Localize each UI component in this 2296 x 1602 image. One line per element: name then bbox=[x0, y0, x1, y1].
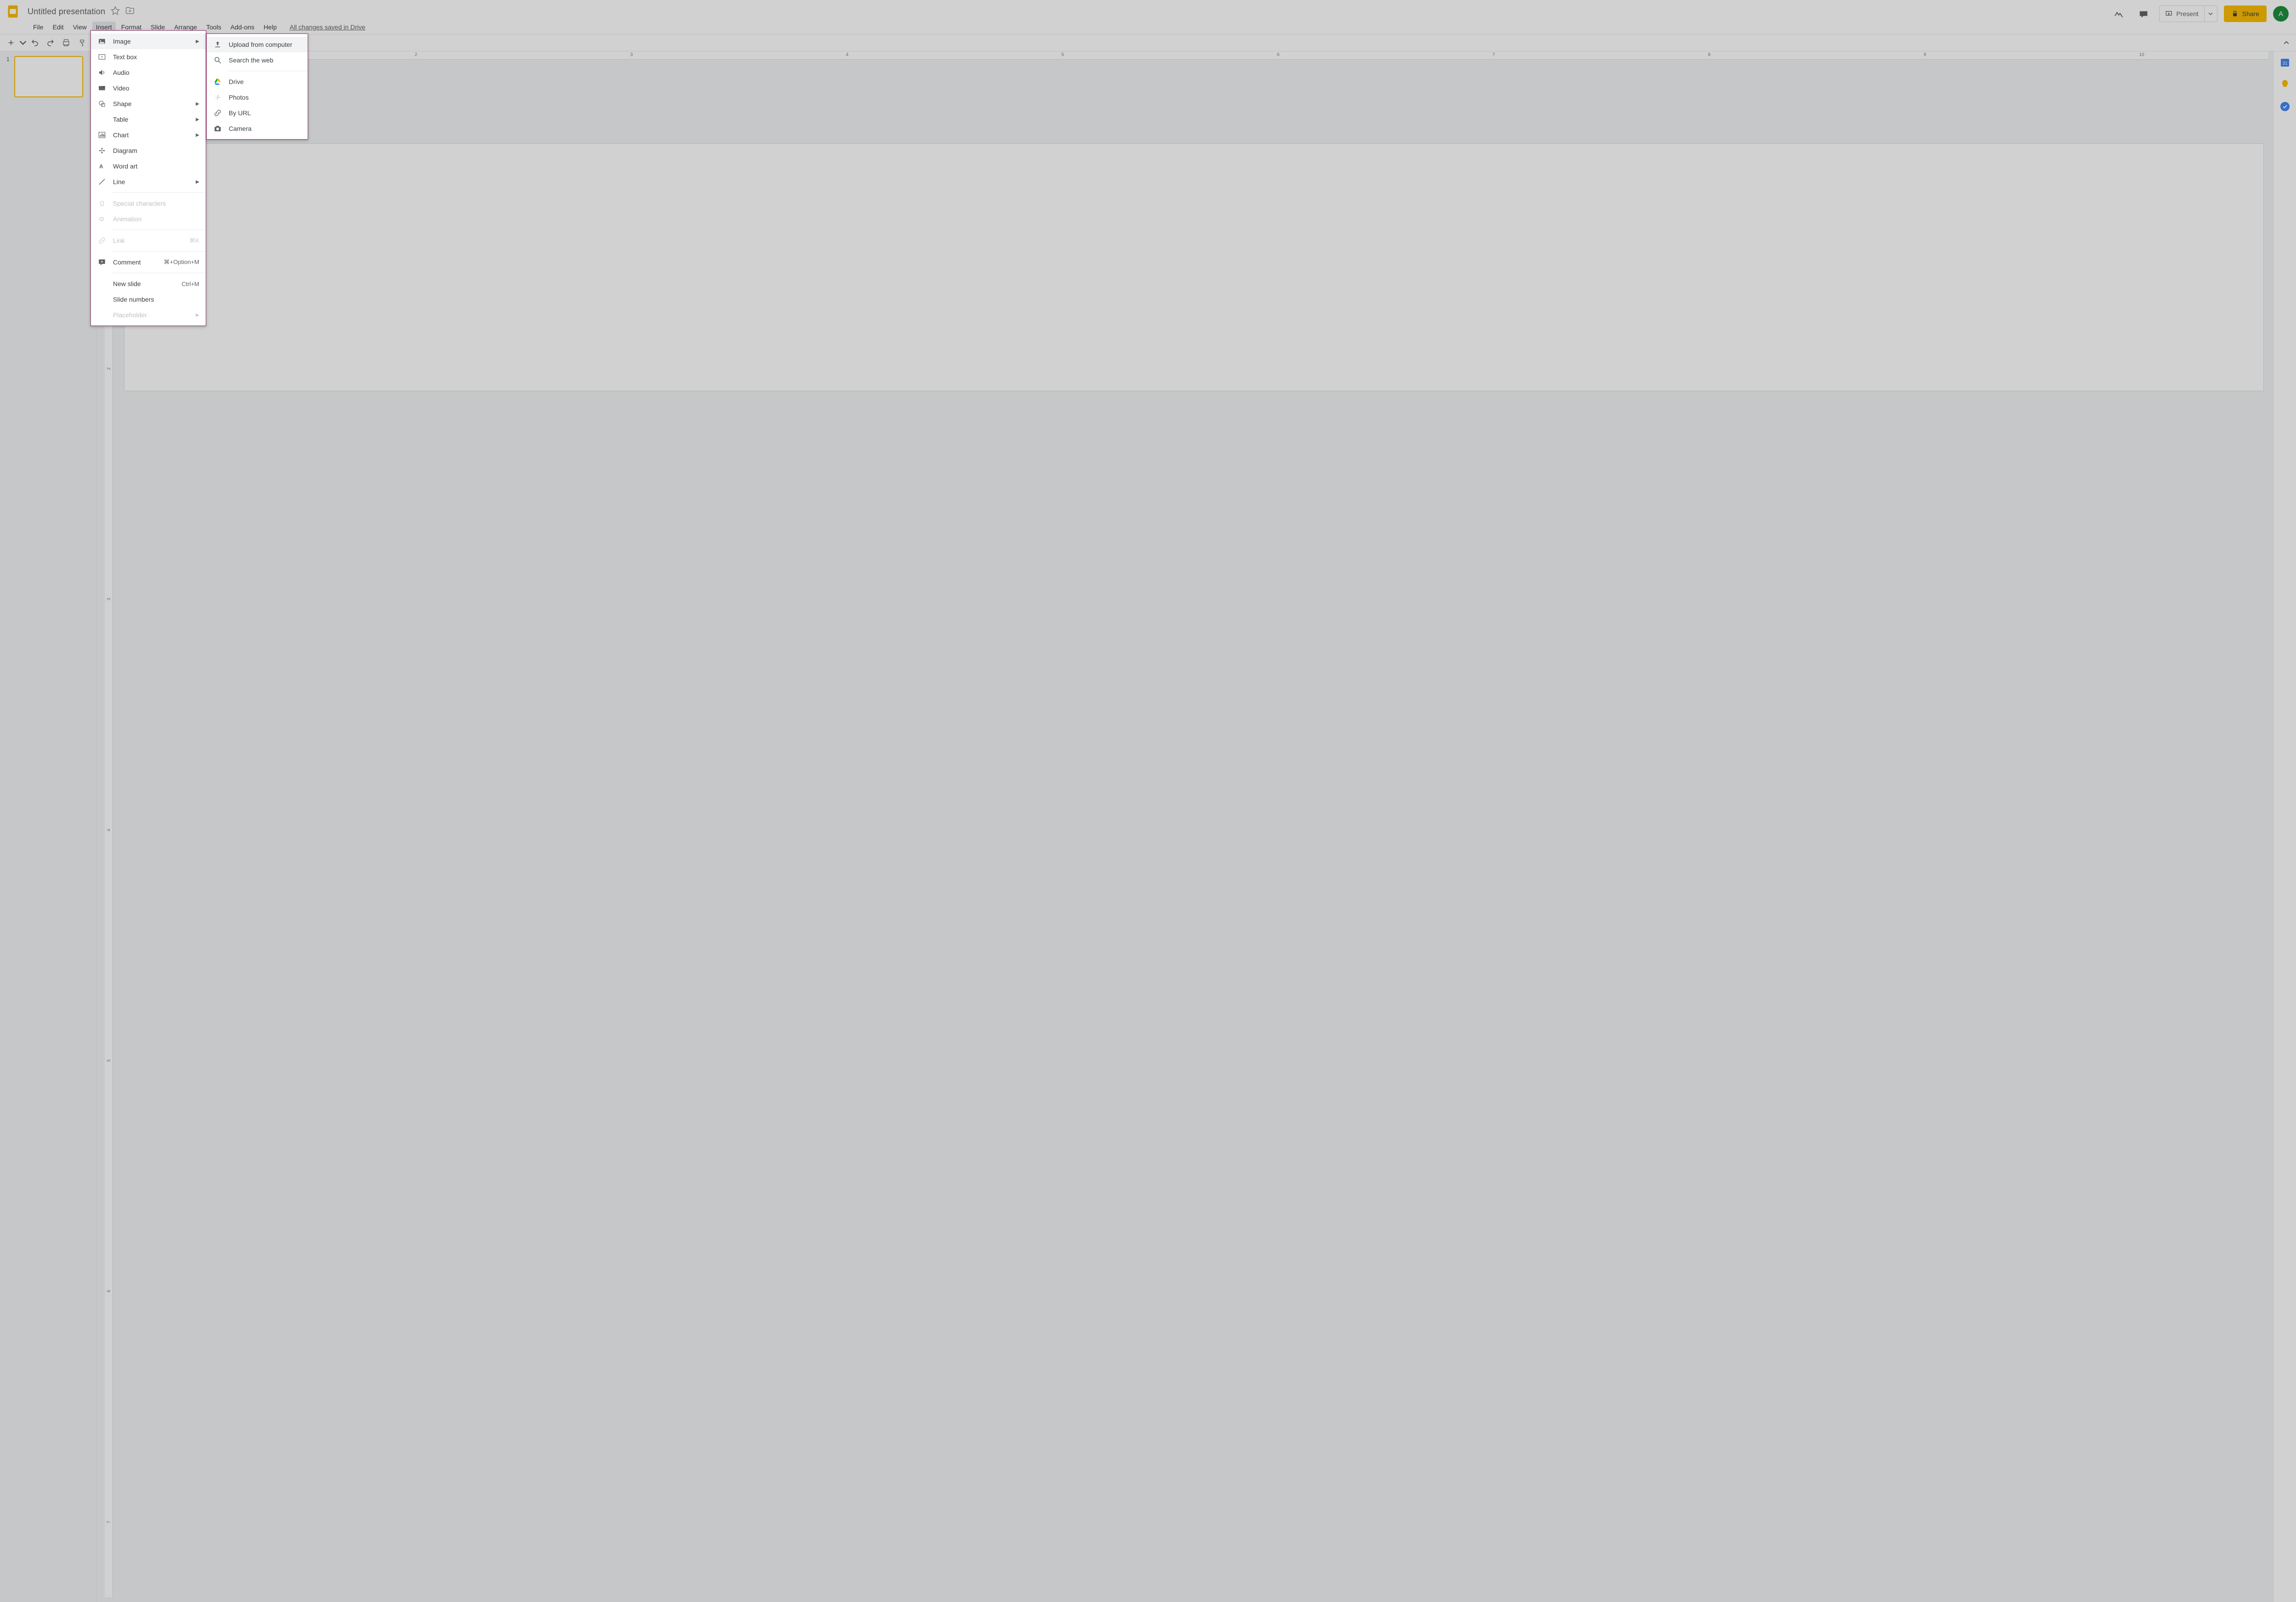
menu-addons[interactable]: Add-ons bbox=[227, 22, 258, 33]
share-label: Share bbox=[2242, 10, 2259, 17]
insert-link-item: Link ⌘K bbox=[91, 233, 206, 248]
insert-video-item[interactable]: Video bbox=[91, 80, 206, 96]
thumbnail-number: 1 bbox=[6, 56, 10, 62]
new-slide-button[interactable] bbox=[4, 36, 18, 50]
camera-icon bbox=[213, 124, 222, 133]
image-by-url-item[interactable]: By URL bbox=[207, 105, 308, 121]
submenu-arrow-icon: ▶ bbox=[196, 180, 199, 185]
menu-file[interactable]: File bbox=[29, 22, 47, 33]
new-slide-dropdown[interactable] bbox=[19, 36, 27, 50]
submenu-arrow-icon: ▶ bbox=[196, 313, 199, 318]
video-icon bbox=[97, 84, 107, 93]
present-button-group: Present bbox=[2159, 6, 2217, 22]
print-button[interactable] bbox=[59, 36, 73, 50]
search-icon bbox=[213, 56, 222, 65]
wordart-icon: A bbox=[97, 162, 107, 171]
save-status[interactable]: All changes saved in Drive bbox=[290, 23, 366, 31]
insert-comment-item[interactable]: Comment ⌘+Option+M bbox=[91, 254, 206, 270]
chart-icon bbox=[97, 130, 107, 140]
image-upload-item[interactable]: Upload from computer bbox=[207, 37, 308, 52]
title-bar: Untitled presentation bbox=[0, 0, 2296, 20]
redo-button[interactable] bbox=[43, 36, 58, 50]
filmstrip[interactable]: 1 bbox=[0, 51, 96, 1602]
shape-icon bbox=[97, 99, 107, 108]
tasks-addon-icon[interactable] bbox=[2279, 101, 2290, 112]
menu-separator bbox=[112, 192, 206, 193]
slide-thumbnail-1[interactable] bbox=[14, 56, 83, 97]
insert-special-characters-item: Special characters bbox=[91, 196, 206, 211]
insert-table-item[interactable]: Table ▶ bbox=[91, 112, 206, 127]
keep-addon-icon[interactable] bbox=[2279, 79, 2290, 90]
svg-text:31: 31 bbox=[2282, 61, 2288, 66]
svg-text:A: A bbox=[99, 163, 103, 170]
animation-icon bbox=[97, 214, 107, 224]
special-chars-icon bbox=[97, 199, 107, 208]
insert-placeholder-item: Placeholder ▶ bbox=[91, 307, 206, 323]
submenu-arrow-icon: ▶ bbox=[196, 117, 199, 122]
insert-audio-item[interactable]: Audio bbox=[91, 65, 206, 80]
drive-icon bbox=[213, 77, 222, 86]
side-panel: 31 bbox=[2273, 51, 2296, 1602]
insert-slide-numbers-item[interactable]: Slide numbers bbox=[91, 292, 206, 307]
diagram-icon bbox=[97, 146, 107, 155]
insert-chart-item[interactable]: Chart ▶ bbox=[91, 127, 206, 143]
submenu-arrow-icon: ▶ bbox=[196, 133, 199, 138]
insert-wordart-item[interactable]: A Word art bbox=[91, 158, 206, 174]
slide-canvas[interactable] bbox=[124, 143, 2264, 391]
move-icon[interactable] bbox=[125, 6, 135, 17]
audio-icon bbox=[97, 68, 107, 77]
upload-icon bbox=[213, 40, 222, 49]
document-title[interactable]: Untitled presentation bbox=[28, 7, 105, 17]
insert-shape-item[interactable]: Shape ▶ bbox=[91, 96, 206, 112]
insert-menu-popup: Image ▶ T Text box Audio Video Shape ▶ T… bbox=[90, 30, 206, 326]
insert-line-item[interactable]: Line ▶ bbox=[91, 174, 206, 190]
link-icon bbox=[213, 108, 222, 118]
star-icon[interactable] bbox=[111, 6, 120, 17]
insert-animation-item: Animation bbox=[91, 211, 206, 227]
menu-help[interactable]: Help bbox=[260, 22, 281, 33]
photos-icon bbox=[213, 93, 222, 102]
comment-icon bbox=[97, 258, 107, 267]
menu-separator bbox=[112, 251, 206, 252]
menu-view[interactable]: View bbox=[69, 22, 90, 33]
activity-icon[interactable] bbox=[2110, 5, 2128, 23]
canvas-area: 1 2 3 4 5 6 7 8 9 10 1 2 3 4 5 6 7 bbox=[96, 51, 2273, 1602]
account-avatar[interactable]: A bbox=[2273, 6, 2289, 22]
submenu-arrow-icon: ▶ bbox=[196, 101, 199, 107]
undo-button[interactable] bbox=[28, 36, 42, 50]
menu-bar: File Edit View Insert Format Slide Arran… bbox=[0, 20, 2296, 34]
calendar-addon-icon[interactable]: 31 bbox=[2279, 57, 2290, 68]
image-camera-item[interactable]: Camera bbox=[207, 121, 308, 136]
line-icon bbox=[97, 177, 107, 186]
toolbar: Background Layout Theme Transition bbox=[0, 34, 2296, 51]
insert-image-item[interactable]: Image ▶ bbox=[91, 34, 206, 49]
image-icon bbox=[97, 37, 107, 46]
share-button[interactable]: Share bbox=[2224, 6, 2267, 22]
submenu-arrow-icon: ▶ bbox=[196, 39, 199, 44]
textbox-icon: T bbox=[97, 52, 107, 62]
collapse-toolbar-icon[interactable] bbox=[2280, 37, 2292, 49]
link-icon bbox=[97, 236, 107, 245]
present-button[interactable]: Present bbox=[2159, 6, 2204, 22]
google-slides-app: Untitled presentation Present Share bbox=[0, 0, 2296, 1602]
slides-logo-icon[interactable] bbox=[4, 2, 22, 21]
menu-edit[interactable]: Edit bbox=[49, 22, 68, 33]
svg-text:T: T bbox=[101, 55, 103, 59]
image-submenu-popup: Upload from computer Search the web Driv… bbox=[206, 34, 308, 140]
header-right-controls: Present Share A bbox=[2110, 5, 2289, 23]
image-drive-item[interactable]: Drive bbox=[207, 74, 308, 90]
insert-diagram-item[interactable]: Diagram bbox=[91, 143, 206, 158]
paint-format-button[interactable] bbox=[74, 36, 89, 50]
image-photos-item[interactable]: Photos bbox=[207, 90, 308, 105]
present-dropdown-button[interactable] bbox=[2205, 6, 2217, 22]
image-search-item[interactable]: Search the web bbox=[207, 52, 308, 68]
insert-textbox-item[interactable]: T Text box bbox=[91, 49, 206, 65]
workspace: 1 1 2 3 4 5 6 7 8 9 10 1 2 3 4 5 bbox=[0, 51, 2296, 1602]
insert-new-slide-item[interactable]: New slide Ctrl+M bbox=[91, 276, 206, 292]
comments-icon[interactable] bbox=[2134, 5, 2153, 23]
present-label: Present bbox=[2176, 10, 2198, 17]
horizontal-ruler: 1 2 3 4 5 6 7 8 9 10 bbox=[113, 51, 2268, 60]
